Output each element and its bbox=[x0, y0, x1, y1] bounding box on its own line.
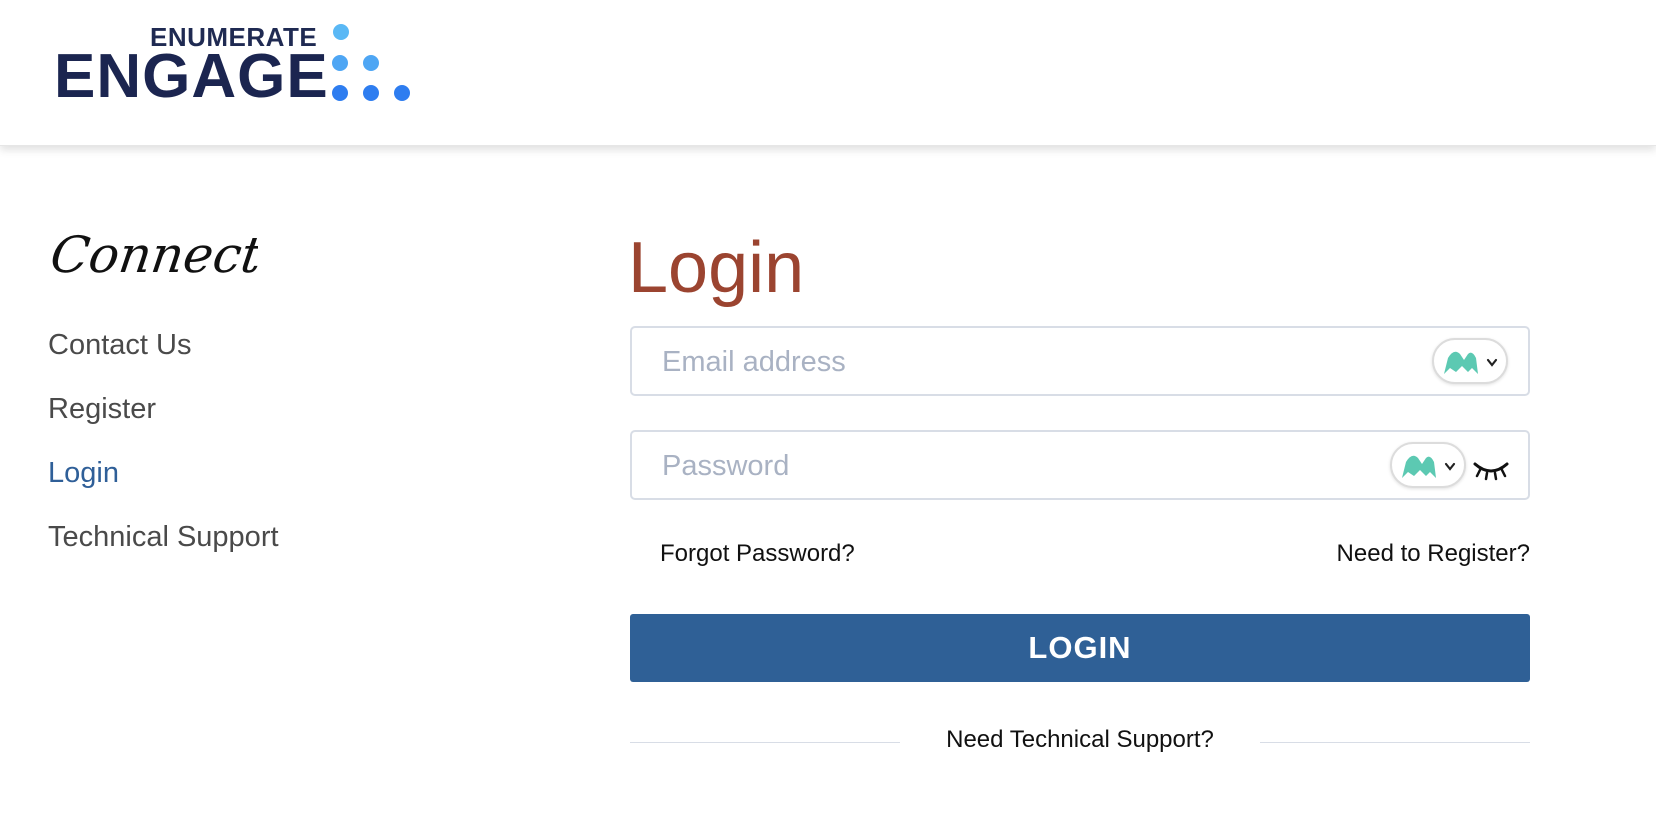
connect-script-text: Connect bbox=[48, 225, 258, 284]
password-manager-badge[interactable] bbox=[1390, 442, 1466, 488]
logo-dots-icon bbox=[332, 24, 410, 101]
site-header: ENUMERATE ENGAGE bbox=[0, 0, 1656, 146]
nav-login[interactable]: Login bbox=[48, 458, 448, 522]
password-input[interactable] bbox=[662, 446, 1382, 486]
side-nav: Contact Us Register Login Technical Supp… bbox=[48, 330, 448, 586]
mountain-badge-icon bbox=[1402, 455, 1456, 478]
nav-register[interactable]: Register bbox=[48, 394, 448, 458]
email-input[interactable] bbox=[662, 342, 1382, 382]
technical-support-row: Need Technical Support? bbox=[630, 724, 1530, 764]
form-links-row: Forgot Password? Need to Register? bbox=[630, 540, 1530, 580]
eye-closed-icon[interactable] bbox=[1472, 458, 1510, 482]
sidebar: Connect Contact Us Register Login Techni… bbox=[48, 220, 448, 586]
enumerate-engage-logo[interactable]: ENUMERATE ENGAGE bbox=[54, 20, 424, 110]
page-title: Login bbox=[628, 228, 805, 308]
password-manager-badge[interactable] bbox=[1432, 338, 1508, 384]
mountain-badge-icon bbox=[1444, 351, 1498, 374]
login-button[interactable]: LOGIN bbox=[630, 614, 1530, 682]
divider-right bbox=[1260, 742, 1530, 743]
password-field-box bbox=[630, 430, 1530, 500]
need-to-register-link[interactable]: Need to Register? bbox=[1337, 540, 1530, 568]
login-form: Login Forgot Password? Need to Regi bbox=[628, 222, 1530, 764]
need-technical-support-link[interactable]: Need Technical Support? bbox=[630, 726, 1530, 754]
forgot-password-link[interactable]: Forgot Password? bbox=[660, 540, 855, 568]
connect-script-title: Connect bbox=[48, 225, 258, 284]
nav-technical-support[interactable]: Technical Support bbox=[48, 522, 448, 586]
email-field-box bbox=[630, 326, 1530, 396]
nav-contact-us[interactable]: Contact Us bbox=[48, 330, 448, 394]
